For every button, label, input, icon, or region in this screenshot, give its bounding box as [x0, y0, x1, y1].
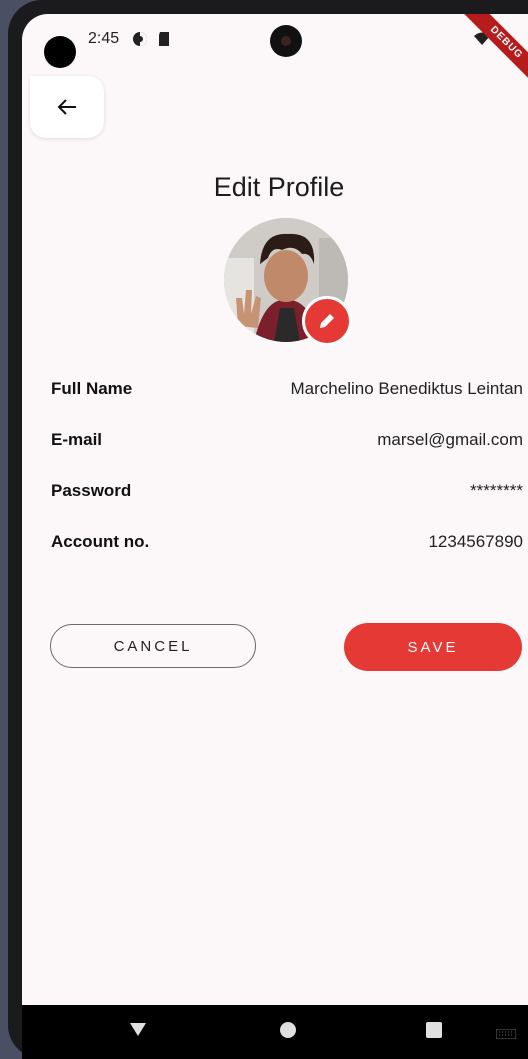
debug-banner: DEBUG — [457, 14, 528, 92]
account-no-label: Account no. — [51, 532, 150, 551]
back-button[interactable] — [30, 76, 104, 138]
field-password: Password ******** — [51, 476, 523, 506]
status-bar: 2:45 DEBUG — [22, 14, 528, 92]
back-triangle-icon[interactable] — [128, 1019, 148, 1039]
edit-photo-button[interactable] — [302, 296, 352, 346]
email-label: E-mail — [51, 430, 103, 449]
field-full-name: Full Name Marchelino Benediktus Leintan — [51, 374, 523, 404]
data-saver-icon — [133, 32, 147, 46]
app-screen: 2:45 DEBUG Edit Profile Full Name Marche… — [22, 14, 528, 1059]
page-title: Edit Profile — [213, 172, 345, 202]
notification-dot — [44, 36, 76, 68]
pencil-icon — [320, 314, 334, 328]
full-name-value[interactable]: Marchelino Benediktus Leintan — [291, 379, 523, 399]
system-nav-bar — [22, 1005, 528, 1059]
password-value[interactable]: ******** — [470, 481, 523, 501]
front-camera — [270, 25, 302, 57]
keyboard-icon[interactable] — [496, 1029, 516, 1039]
email-value[interactable]: marsel@gmail.com — [377, 430, 523, 450]
cancel-button[interactable]: CANCEL — [50, 624, 256, 668]
account-no-value[interactable]: 1234567890 — [428, 532, 523, 552]
home-circle-icon[interactable] — [278, 1019, 298, 1039]
recents-square-icon[interactable] — [424, 1019, 444, 1039]
save-button[interactable]: SAVE — [344, 623, 522, 671]
field-account-no: Account no. 1234567890 — [51, 527, 523, 557]
field-email: E-mail marsel@gmail.com — [51, 425, 523, 455]
status-time: 2:45 — [88, 30, 120, 47]
sd-card-icon — [159, 32, 169, 46]
arrow-left-icon — [57, 99, 76, 115]
phone-frame: 2:45 DEBUG Edit Profile Full Name Marche… — [8, 0, 528, 1059]
password-label: Password — [51, 481, 132, 500]
full-name-label: Full Name — [51, 379, 133, 398]
